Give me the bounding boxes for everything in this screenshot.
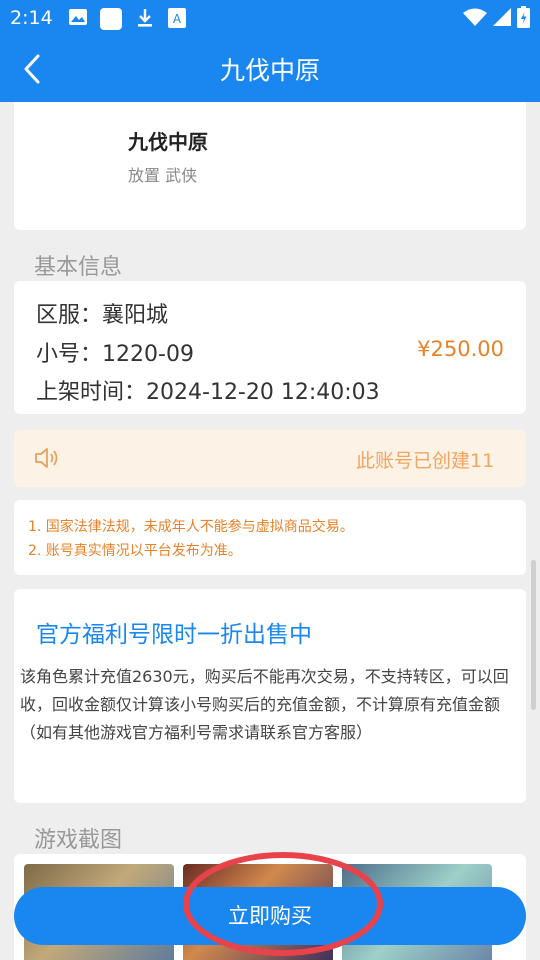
- rules-card: 1. 国家法律法规，未成年人不能参与虚拟商品交易。 2. 账号真实情况以平台发布…: [14, 500, 526, 575]
- description-title: 官方福利号限时一折出售中: [36, 622, 312, 648]
- a-badge-icon: A: [168, 8, 186, 28]
- page-title: 九伐中原: [219, 56, 320, 85]
- description-card: 官方福利号限时一折出售中 该角色累计充值2630元，购买后不能再次交易，不支持转…: [14, 589, 526, 803]
- basic-info-card: 区服：襄阳城 小号：1220-09 ¥250.00 上架时间：2024-12-2…: [14, 281, 526, 414]
- app-square-icon: [100, 8, 122, 30]
- game-tags: 放置 武侠: [128, 166, 198, 185]
- battery-icon: [517, 6, 530, 28]
- wifi-icon: [463, 8, 487, 26]
- image-icon: [69, 9, 87, 25]
- listed-time-label: 上架时间：: [36, 380, 147, 405]
- description-text: 该角色累计充值2630元，购买后不能再次交易，不支持转区，可以回收，回收金额仅计…: [20, 667, 509, 742]
- rule-item: 1. 国家法律法规，未成年人不能参与虚拟商品交易。: [28, 519, 354, 535]
- rule-item: 2. 账号真实情况以平台发布为准。: [28, 543, 242, 559]
- status-time: 2:14: [10, 7, 53, 29]
- server-label: 区服：: [36, 303, 103, 328]
- game-header-card: 九伐中原 放置 武侠: [14, 102, 526, 230]
- listed-time-row: 上架时间：2024-12-20 12:40:03: [36, 374, 380, 406]
- speaker-icon: [35, 448, 58, 468]
- account-value: 1220-09: [102, 342, 194, 367]
- listed-time-value: 2024-12-20 12:40:03: [146, 380, 380, 405]
- game-name: 九伐中原: [128, 130, 208, 154]
- notice-text: 此账号已创建11: [356, 450, 495, 472]
- scrollbar[interactable]: [531, 560, 536, 710]
- download-icon: [138, 9, 152, 27]
- status-bar: 2:14 A: [0, 0, 540, 36]
- signal-icon: [493, 8, 511, 26]
- notice-bar: 此账号已创建11: [14, 430, 526, 487]
- server-value: 襄阳城: [102, 303, 169, 328]
- buy-now-button[interactable]: 立即购买: [14, 887, 526, 945]
- account-row: 小号：1220-09: [36, 336, 194, 368]
- app-bar: 九伐中原: [0, 36, 540, 102]
- screenshots-heading: 游戏截图: [34, 828, 123, 853]
- server-row: 区服：襄阳城: [36, 297, 168, 329]
- account-label: 小号：: [36, 342, 103, 367]
- svg-text:A: A: [173, 12, 182, 26]
- price-value: ¥250.00: [417, 337, 504, 361]
- basic-info-heading: 基本信息: [34, 255, 123, 280]
